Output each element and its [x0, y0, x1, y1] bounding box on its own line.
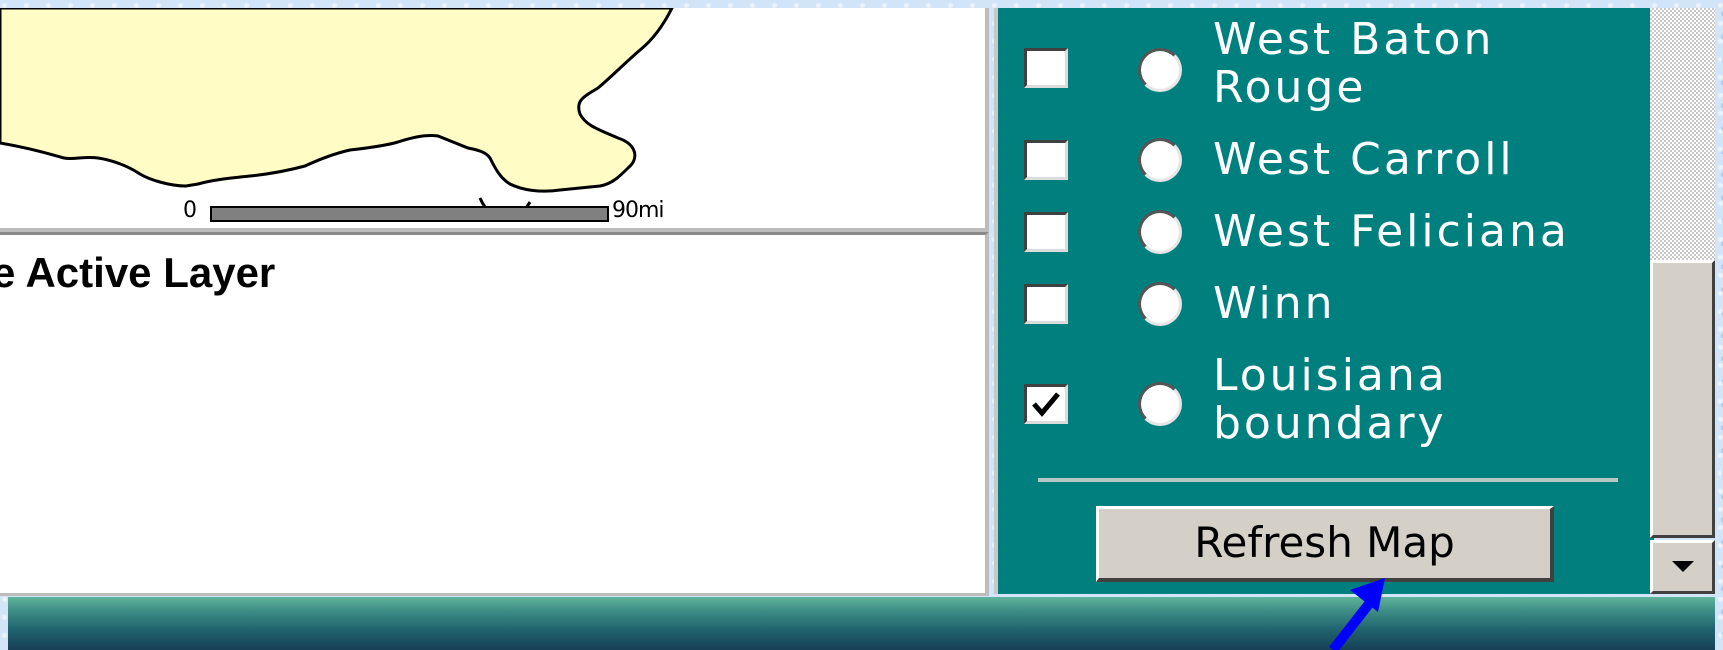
visibility-checkbox-checked[interactable] [1024, 384, 1068, 424]
layer-label-line2: Rouge [1213, 62, 1367, 113]
visibility-checkbox[interactable] [1024, 140, 1068, 180]
layer-label-line1: Louisiana [1213, 350, 1448, 401]
footer-band [8, 597, 1715, 650]
active-layer-radio[interactable] [1138, 138, 1182, 182]
layer-label: Louisiana boundary [1213, 352, 1643, 448]
layer-label: Winn [1213, 278, 1336, 329]
scale-bar [210, 206, 609, 222]
scroll-down-button[interactable] [1650, 540, 1715, 594]
legend-scrollbar[interactable] [1650, 8, 1715, 594]
scrollbar-thumb[interactable] [1650, 260, 1715, 538]
checkmark-icon [1032, 392, 1060, 417]
refresh-map-button[interactable]: Refresh Map [1096, 506, 1554, 582]
map-view[interactable]: 0 90mi [0, 8, 989, 232]
layer-label: West Feliciana [1213, 206, 1570, 257]
scale-start-label: 0 [183, 198, 197, 223]
active-layer-heading: e Active Layer [0, 249, 276, 296]
scrollbar-track[interactable] [1650, 8, 1715, 260]
visibility-checkbox[interactable] [1024, 48, 1068, 88]
legend-divider [1038, 478, 1618, 482]
visibility-checkbox[interactable] [1024, 212, 1068, 252]
scale-end-label: 90mi [612, 198, 665, 223]
active-layer-radio[interactable] [1138, 48, 1182, 92]
layer-legend-panel: West Baton Rouge West Carroll West Felic… [994, 8, 1654, 594]
visibility-checkbox[interactable] [1024, 284, 1068, 324]
layer-label-line2: boundary [1213, 398, 1447, 449]
active-layer-radio[interactable] [1138, 210, 1182, 254]
active-layer-radio[interactable] [1138, 282, 1182, 326]
layer-label-line1: West Baton [1213, 14, 1495, 65]
layer-label: West Baton Rouge [1213, 16, 1643, 112]
active-layer-panel: e Active Layer [0, 232, 989, 596]
triangle-down-icon [1671, 561, 1694, 572]
louisiana-map-shape [0, 8, 674, 220]
active-layer-radio[interactable] [1138, 382, 1182, 426]
layer-label: West Carroll [1213, 134, 1515, 185]
